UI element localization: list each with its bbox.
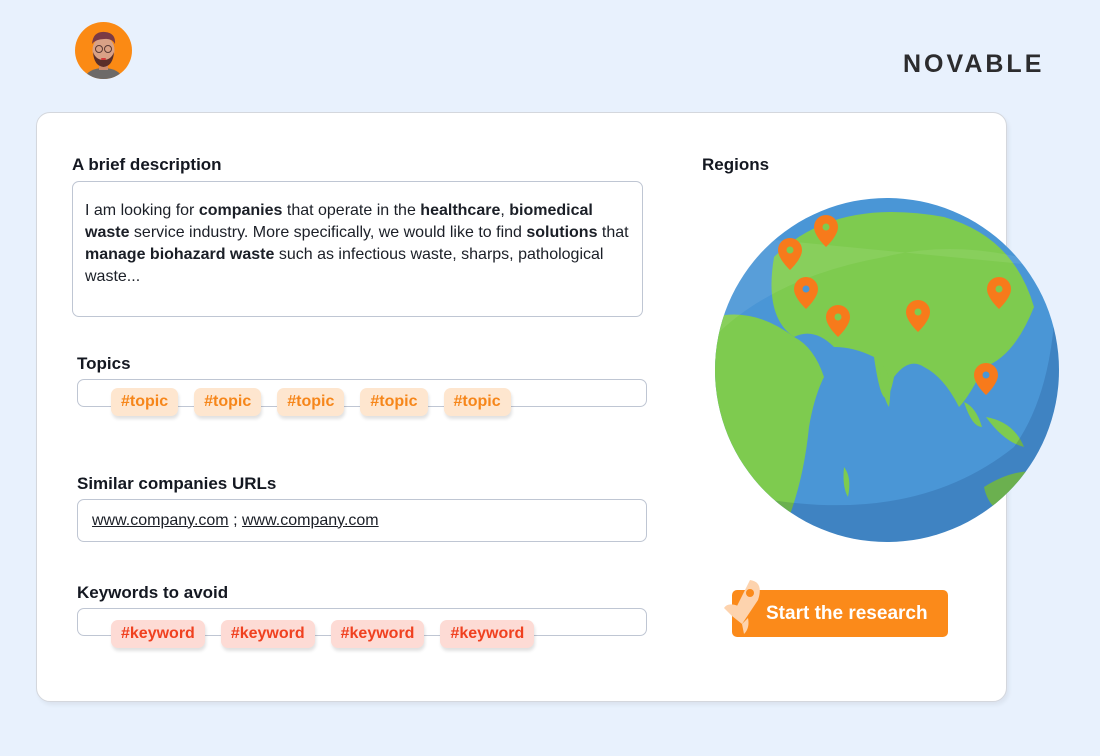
company-url-link[interactable]: www.company.com <box>242 512 379 530</box>
novable-logo: NOVABLE <box>903 50 1045 78</box>
description-keyword: manage biohazard waste <box>85 246 275 263</box>
description-keyword: healthcare <box>420 202 501 219</box>
globe-icon <box>715 198 1059 542</box>
topic-tag[interactable]: #topic <box>277 388 345 416</box>
keyword-tag[interactable]: #keyword <box>330 620 425 648</box>
description-segment: I am looking for <box>85 202 199 219</box>
similar-urls-label: Similar companies URLs <box>77 474 277 493</box>
similar-urls-input[interactable]: www.company.com ; www.company.com <box>77 499 647 542</box>
keywords-avoid-label: Keywords to avoid <box>77 583 229 602</box>
description-segment: that <box>597 224 629 241</box>
description-keyword: solutions <box>526 224 598 241</box>
rocket-icon <box>720 578 764 643</box>
regions-globe[interactable] <box>714 197 1060 548</box>
user-avatar[interactable] <box>75 22 132 79</box>
topic-tag[interactable]: #topic <box>111 388 179 416</box>
keywords-tag-list: #keyword #keyword #keyword #keyword <box>111 620 535 648</box>
start-research-label: Start the research <box>766 602 928 624</box>
keyword-tag[interactable]: #keyword <box>220 620 315 648</box>
research-form-card: A brief description I am looking for com… <box>36 112 1059 702</box>
description-segment: , <box>500 202 510 219</box>
description-label: A brief description <box>72 155 222 174</box>
description-keyword: companies <box>198 202 283 219</box>
description-text: I am looking for companies that operate … <box>85 200 630 288</box>
description-textarea[interactable]: I am looking for companies that operate … <box>72 181 643 317</box>
user-avatar-icon <box>85 31 122 79</box>
keyword-tag[interactable]: #keyword <box>111 620 205 648</box>
topics-tag-list: #topic #topic #topic #topic #topic <box>111 388 511 416</box>
company-url-link[interactable]: www.company.com <box>92 512 229 530</box>
description-segment: service industry. More specifically, we … <box>129 224 527 241</box>
start-research-button[interactable]: Start the research <box>732 590 948 637</box>
description-segment: that operate in the <box>282 202 421 219</box>
topics-label: Topics <box>77 354 131 373</box>
keyword-tag[interactable]: #keyword <box>440 620 535 648</box>
topic-tag[interactable]: #topic <box>360 388 428 416</box>
url-separator: ; <box>228 511 242 529</box>
topic-tag[interactable]: #topic <box>443 388 511 416</box>
regions-label: Regions <box>702 155 770 174</box>
topic-tag[interactable]: #topic <box>194 388 262 416</box>
